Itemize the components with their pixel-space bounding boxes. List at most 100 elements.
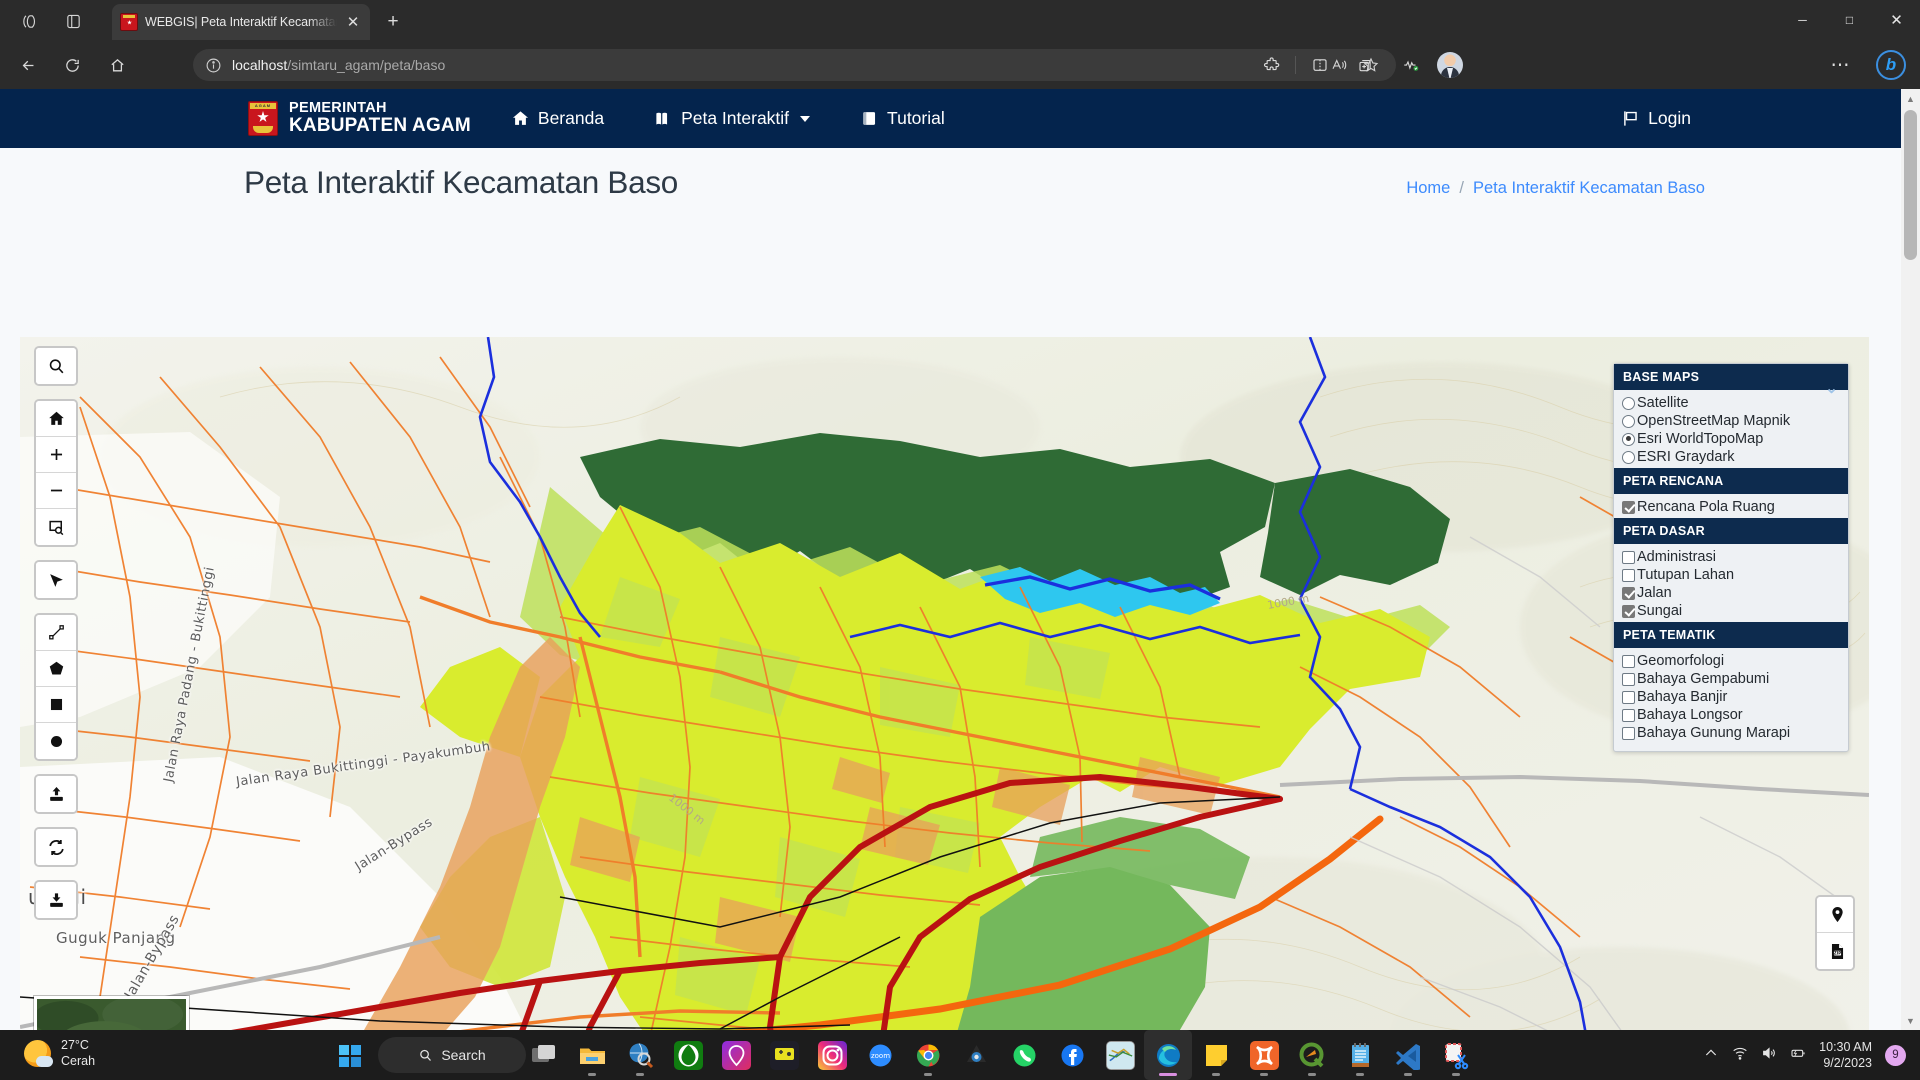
notification-badge[interactable]: 9	[1885, 1044, 1906, 1066]
windows-start-button[interactable]	[339, 1045, 361, 1067]
back-icon[interactable]	[14, 51, 42, 79]
draw-line-tool[interactable]	[36, 615, 76, 651]
split-screen-icon[interactable]	[1305, 51, 1335, 79]
nav-item-peta-interaktif[interactable]: Peta Interaktif	[640, 89, 824, 148]
taskbar-app-zoom[interactable]: zoom	[856, 1030, 904, 1080]
layer-option-administrasi[interactable]: Administrasi	[1622, 548, 1840, 566]
checkbox-bahaya-gunung-marapi[interactable]	[1622, 726, 1635, 740]
layer-option-tutupan-lahan[interactable]: Tutupan Lahan	[1622, 566, 1840, 584]
volume-icon[interactable]	[1761, 1045, 1777, 1066]
overview-minimap[interactable]	[34, 996, 189, 1030]
profile-avatar[interactable]	[1437, 52, 1463, 78]
upload-tool[interactable]	[36, 776, 76, 812]
scroll-up-button[interactable]: ▲	[1901, 89, 1920, 108]
nav-item-beranda[interactable]: Beranda	[497, 89, 618, 148]
scrollbar-thumb[interactable]	[1904, 110, 1917, 260]
extensions-icon[interactable]	[1257, 51, 1287, 79]
taskbar-app-xbox[interactable]	[664, 1030, 712, 1080]
address-bar[interactable]: localhost/simtaru_agam/peta/baso	[193, 49, 1396, 81]
chevron-up-icon[interactable]	[1703, 1045, 1719, 1066]
taskbar-app-instagram[interactable]	[808, 1030, 856, 1080]
taskbar-clock[interactable]: 10:30 AM 9/2/2023	[1819, 1039, 1872, 1072]
page-scrollbar[interactable]: ▲ ▼	[1901, 89, 1920, 1030]
scroll-down-button[interactable]: ▼	[1901, 1011, 1920, 1030]
taskbar-app-google-chrome[interactable]	[904, 1030, 952, 1080]
layer-option-bahaya-gempabumi[interactable]: Bahaya Gempabumi	[1622, 670, 1840, 688]
checkbox-rencana-pola-ruang[interactable]	[1622, 500, 1635, 514]
nav-item-tutorial[interactable]: Tutorial	[846, 89, 959, 148]
draw-rectangle-tool[interactable]	[36, 687, 76, 723]
login-button[interactable]: Login	[1607, 89, 1705, 148]
taskbar-app-xampp[interactable]	[1240, 1030, 1288, 1080]
draw-circle-tool[interactable]	[36, 723, 76, 759]
basemap-option-esri-graydark[interactable]: ESRI Graydark	[1622, 448, 1840, 466]
maximize-button[interactable]: □	[1826, 0, 1873, 40]
radio-openstreetmap-mapnik[interactable]	[1622, 414, 1635, 428]
copilot-sidebar-icon[interactable]	[14, 8, 44, 34]
wifi-icon[interactable]	[1732, 1045, 1748, 1066]
checkbox-bahaya-gempabumi[interactable]	[1622, 672, 1635, 686]
breadcrumb-current[interactable]: Peta Interaktif Kecamatan Baso	[1473, 179, 1705, 198]
taskbar-search[interactable]: Search	[378, 1037, 526, 1073]
layer-option-bahaya-longsor[interactable]: Bahaya Longsor	[1622, 706, 1840, 724]
settings-more-icon[interactable]: ⋯	[1826, 51, 1856, 79]
minimize-button[interactable]: ─	[1779, 0, 1826, 40]
weather-widget[interactable]: 27°C Cerah	[24, 1037, 95, 1069]
site-info-icon[interactable]	[205, 57, 222, 74]
site-brand[interactable]: AGAM PEMERINTAH KABUPATEN AGAM	[248, 101, 471, 136]
checkbox-bahaya-longsor[interactable]	[1622, 708, 1635, 722]
basemap-option-openstreetmap-mapnik[interactable]: OpenStreetMap Mapnik	[1622, 412, 1840, 430]
breadcrumb-home[interactable]: Home	[1406, 179, 1450, 198]
layer-option-jalan[interactable]: Jalan	[1622, 584, 1840, 602]
layer-option-bahaya-banjir[interactable]: Bahaya Banjir	[1622, 688, 1840, 706]
taskbar-app-microsoft-edge[interactable]	[1144, 1030, 1192, 1080]
checkbox-administrasi[interactable]	[1622, 550, 1635, 564]
export-zip-tool[interactable]: ZIP	[1817, 933, 1853, 969]
search-tool[interactable]	[36, 348, 76, 384]
home-extent-tool[interactable]	[36, 401, 76, 437]
radio-esri-graydark[interactable]	[1622, 450, 1635, 464]
taskbar-app-snipping-tool[interactable]	[1432, 1030, 1480, 1080]
new-tab-button[interactable]: +	[380, 10, 406, 34]
radio-esri-worldtopomap[interactable]	[1622, 432, 1635, 446]
taskbar-app-search-everything[interactable]	[616, 1030, 664, 1080]
basemap-option-esri-worldtopomap[interactable]: Esri WorldTopoMap	[1622, 430, 1840, 448]
radio-satellite[interactable]	[1622, 396, 1635, 410]
layer-option-geomorfologi[interactable]: Geomorfologi	[1622, 652, 1840, 670]
bing-copilot-icon[interactable]: b	[1876, 50, 1906, 80]
close-tab-button[interactable]: ✕	[344, 15, 362, 30]
taskbar-app-sticky-notes[interactable]	[1192, 1030, 1240, 1080]
tab-actions-icon[interactable]	[58, 8, 88, 34]
add-marker-tool[interactable]	[1817, 897, 1853, 933]
chevron-down-icon[interactable]: ⌄	[1825, 381, 1838, 396]
download-tool[interactable]	[36, 882, 76, 918]
checkbox-bahaya-banjir[interactable]	[1622, 690, 1635, 704]
taskbar-app-task-view[interactable]	[520, 1030, 568, 1080]
checkbox-sungai[interactable]	[1622, 604, 1635, 618]
checkbox-geomorfologi[interactable]	[1622, 654, 1635, 668]
taskbar-app-facebook[interactable]	[1048, 1030, 1096, 1080]
taskbar-app-blender[interactable]	[952, 1030, 1000, 1080]
refresh-icon[interactable]	[58, 51, 86, 79]
checkbox-tutupan-lahan[interactable]	[1622, 568, 1635, 582]
battery-icon[interactable]	[1790, 1045, 1806, 1066]
zoom-out-tool[interactable]	[36, 473, 76, 509]
taskbar-app-notepad[interactable]	[1336, 1030, 1384, 1080]
collections-icon[interactable]	[1351, 51, 1381, 79]
taskbar-app-file-explorer[interactable]	[568, 1030, 616, 1080]
draw-polygon-tool[interactable]	[36, 651, 76, 687]
browser-tab[interactable]: WEBGIS| Peta Interaktif Kecamatan Baso ✕	[112, 4, 370, 40]
legend-section-header-peta-dasar[interactable]: PETA DASAR	[1614, 518, 1848, 544]
legend-section-header-peta-tematik[interactable]: PETA TEMATIK	[1614, 622, 1848, 648]
taskbar-app-qgis[interactable]	[1288, 1030, 1336, 1080]
map-container[interactable]: 1000 m 1000 m 1000 m ul ggi Guguk Panjan…	[20, 337, 1869, 1030]
legend-section-header-peta-rencana[interactable]: PETA RENCANA	[1614, 468, 1848, 494]
locate-tool[interactable]	[36, 562, 76, 598]
browser-essentials-icon[interactable]	[1396, 51, 1426, 79]
layer-option-rencana-pola-ruang[interactable]: Rencana Pola Ruang	[1622, 498, 1840, 516]
zoom-to-box-tool[interactable]	[36, 509, 76, 545]
zoom-in-tool[interactable]	[36, 437, 76, 473]
taskbar-app-whatsapp[interactable]	[1000, 1030, 1048, 1080]
layer-option-bahaya-gunung-marapi[interactable]: Bahaya Gunung Marapi	[1622, 724, 1840, 742]
taskbar-app-vs-code[interactable]	[1384, 1030, 1432, 1080]
